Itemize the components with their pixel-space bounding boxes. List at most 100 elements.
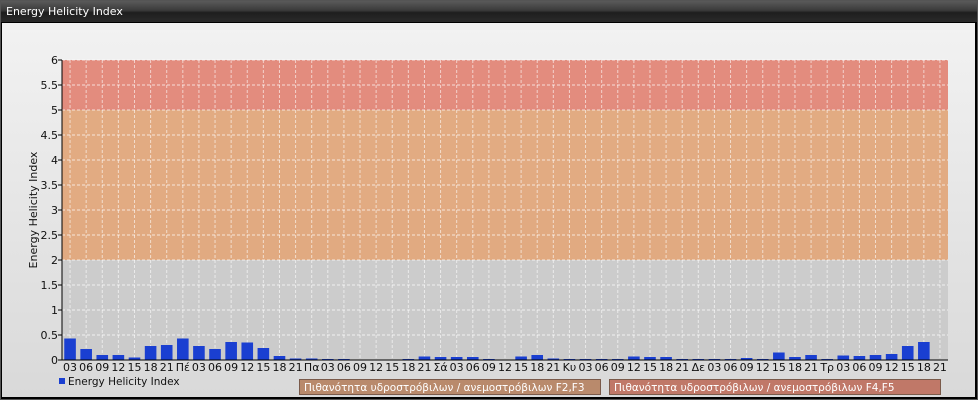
bar [869, 355, 882, 360]
x-tick-label: 15 [256, 361, 270, 374]
y-tick-label: 0.5 [41, 329, 59, 342]
bar [918, 342, 930, 360]
y-tick-label: 2 [51, 254, 58, 267]
x-tick-label: 21 [804, 361, 818, 374]
x-tick-label: 18 [530, 361, 544, 374]
legend-band-f2f3-label: Πιθανότητα υδροστρόβιλων / ανεμοστρόβιλω… [304, 382, 585, 394]
x-tick-label: 12 [369, 361, 383, 374]
bar [773, 352, 785, 360]
bar [257, 348, 270, 360]
y-axis-label: Energy Helicity Index [27, 151, 40, 268]
bar [628, 356, 640, 360]
y-tick-label: 4.5 [41, 129, 59, 142]
y-tick-label: 1 [51, 304, 58, 317]
x-tick-label: 06 [79, 361, 93, 374]
x-tick-label: 12 [885, 361, 899, 374]
bar [64, 338, 76, 360]
legend-series-label: Energy Helicity Index [68, 376, 180, 388]
x-tick-label: Πα [304, 361, 320, 374]
legend-band-f2f3[interactable]: Πιθανότητα υδροστρόβιλων / ανεμοστρόβιλω… [299, 379, 601, 395]
x-tick-label: 12 [627, 361, 641, 374]
x-tick-label: 18 [917, 361, 931, 374]
x-tick-label: 09 [869, 361, 883, 374]
bar [241, 342, 254, 360]
bar [209, 349, 221, 360]
bar [80, 349, 92, 360]
y-tick-label: 3.5 [41, 179, 59, 192]
x-tick-label: 18 [144, 361, 158, 374]
x-tick-label: 21 [546, 361, 560, 374]
x-tick-label: 06 [337, 361, 351, 374]
x-tick-label: 18 [272, 361, 286, 374]
bar [273, 356, 286, 360]
bar [837, 355, 850, 360]
bar [112, 355, 125, 360]
bar [853, 356, 866, 360]
x-tick-label: 21 [417, 361, 431, 374]
x-tick-label: 15 [385, 361, 399, 374]
bar [805, 355, 817, 360]
x-tick-label: 21 [675, 361, 689, 374]
x-tick-label: 09 [95, 361, 109, 374]
bar [885, 354, 898, 360]
legend-series[interactable]: Energy Helicity Index [59, 376, 180, 388]
legend-band-f4f5[interactable]: Πιθανότητα υδροστρόβιλων / ανεμοστρόβιλω… [609, 379, 941, 395]
bar [144, 346, 157, 360]
x-tick-label: 18 [788, 361, 802, 374]
x-tick-label: 03 [836, 361, 850, 374]
bar [160, 345, 173, 360]
x-tick-label: 12 [756, 361, 770, 374]
x-tick-label: Κυ [563, 361, 577, 374]
x-tick-label: Πέ [176, 361, 190, 374]
y-tick-label: 1.5 [41, 279, 59, 292]
y-tick-label: 3 [51, 204, 58, 217]
x-tick-label: 21 [289, 361, 303, 374]
legend-series-swatch [59, 378, 65, 384]
x-tick-label: 03 [192, 361, 206, 374]
bar [515, 356, 527, 360]
bar [225, 342, 237, 360]
x-tick-label: 12 [498, 361, 512, 374]
x-tick-label: 15 [514, 361, 528, 374]
x-tick-label: 21 [160, 361, 174, 374]
x-tick-label: 06 [724, 361, 738, 374]
x-tick-label: 03 [63, 361, 77, 374]
bar [418, 356, 431, 360]
x-tick-label: 03 [579, 361, 593, 374]
x-tick-label: 15 [643, 361, 657, 374]
x-tick-label: 03 [707, 361, 721, 374]
x-tick-label: 03 [450, 361, 464, 374]
y-tick-label: 6 [51, 54, 58, 67]
x-tick-label: 18 [659, 361, 673, 374]
y-tick-label: 5.5 [41, 79, 59, 92]
x-tick-label: 09 [740, 361, 754, 374]
bar [96, 355, 109, 360]
x-tick-label: 09 [224, 361, 238, 374]
x-tick-label: 15 [127, 361, 141, 374]
y-tick-label: 2.5 [41, 229, 59, 242]
bar [901, 346, 914, 360]
bar [177, 338, 189, 360]
x-tick-label: 09 [482, 361, 496, 374]
x-tick-label: 06 [595, 361, 609, 374]
x-tick-label: 03 [321, 361, 335, 374]
x-tick-label: 12 [111, 361, 125, 374]
x-tick-label: 15 [901, 361, 915, 374]
y-tick-label: 5 [51, 104, 58, 117]
y-tick-label: 4 [51, 154, 58, 167]
x-tick-label: Σά [433, 361, 447, 374]
bar [193, 346, 205, 360]
x-tick-label: 21 [933, 361, 947, 374]
x-tick-label: 12 [240, 361, 254, 374]
x-tick-label: Δε [692, 361, 706, 374]
x-tick-label: 09 [353, 361, 367, 374]
x-tick-label: Τρ [819, 361, 834, 374]
x-tick-label: 18 [401, 361, 415, 374]
bar [531, 355, 544, 360]
legend-band-f4f5-label: Πιθανότητα υδροστρόβιλων / ανεμοστρόβιλω… [614, 382, 895, 394]
x-tick-label: 06 [208, 361, 222, 374]
x-tick-label: 06 [852, 361, 866, 374]
y-tick-label: 0 [51, 354, 58, 367]
x-tick-label: 06 [466, 361, 480, 374]
x-tick-label: 15 [772, 361, 786, 374]
